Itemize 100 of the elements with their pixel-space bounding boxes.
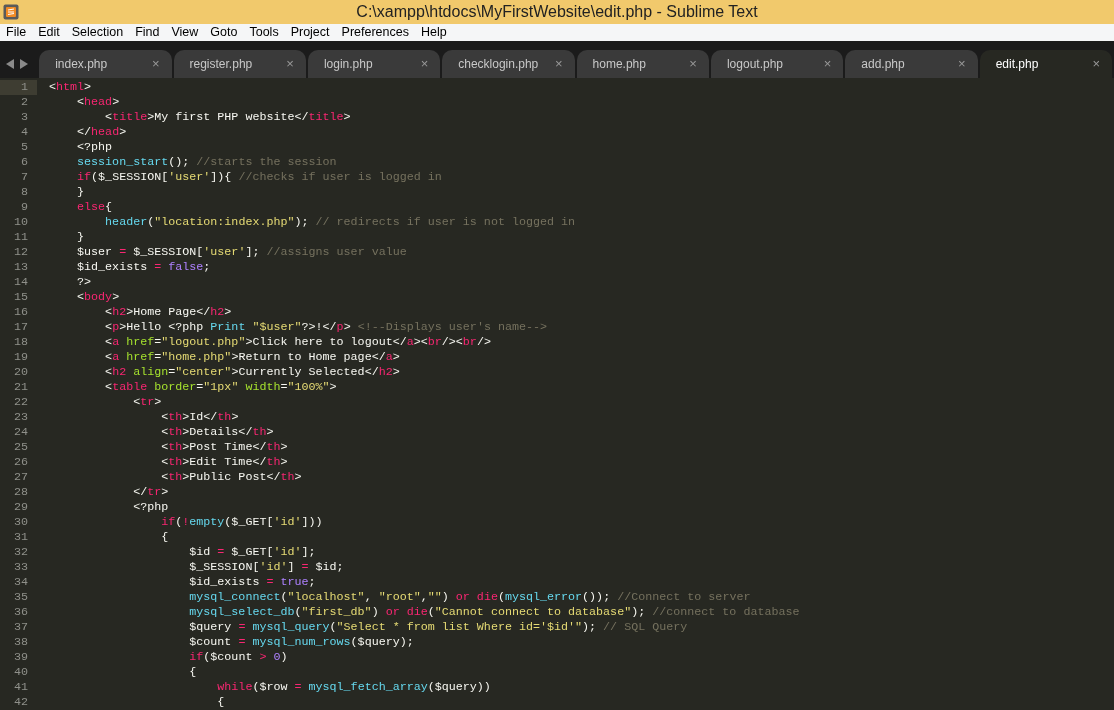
- line-number: 35: [12, 590, 29, 605]
- line-number: 4: [20, 125, 29, 140]
- code-line: <a href="logout.php">Click here to logout</a><br/><br/>: [104, 335, 491, 350]
- code-line: if($count > 0): [188, 650, 288, 665]
- tab[interactable]: register.php ×: [173, 50, 306, 78]
- tab[interactable]: index.php ×: [39, 50, 172, 78]
- line-number: 7: [20, 170, 29, 185]
- tab-label: edit.php: [995, 56, 1039, 73]
- menu-item[interactable]: Goto: [210, 23, 238, 42]
- app-icon: [3, 4, 19, 20]
- menu-item[interactable]: Tools: [249, 23, 279, 42]
- tab[interactable]: home.php ×: [576, 50, 709, 78]
- line-number: 8: [20, 185, 29, 200]
- tab-close-button[interactable]: ×: [151, 54, 160, 74]
- line-number: 38: [12, 635, 29, 650]
- menu-item[interactable]: Project: [290, 23, 330, 42]
- code-line: }: [76, 185, 85, 200]
- line-number: 21: [12, 380, 29, 395]
- code-line: ?>: [76, 275, 92, 290]
- code-line: <p>Hello <?php Print "$user"?>!</p> <!--Displays user's name-->: [104, 320, 548, 335]
- menu-item[interactable]: Find: [135, 23, 160, 42]
- code-line: <th>Post Time</th>: [160, 440, 288, 455]
- line-number: 10: [12, 215, 29, 230]
- tab-label: register.php: [189, 56, 253, 73]
- line-number: 27: [12, 470, 29, 485]
- line-number: 9: [20, 200, 29, 215]
- code-line: <h2 align="center">Currently Selected</h2>: [104, 365, 400, 380]
- code-line: $id = $_GET['id'];: [188, 545, 316, 560]
- tab-close-button[interactable]: ×: [823, 54, 832, 74]
- line-number: 24: [12, 425, 29, 440]
- code-line: <th>Details</th>: [160, 425, 274, 440]
- code-line: }: [76, 230, 85, 245]
- code-line: <h2>Home Page</h2>: [104, 305, 232, 320]
- code-line: while($row = mysql_fetch_array($query)): [216, 680, 491, 695]
- code-line: </tr>: [132, 485, 169, 500]
- line-number: 1: [0, 80, 37, 95]
- line-number: 40: [12, 665, 29, 680]
- menu-item[interactable]: Help: [420, 23, 447, 42]
- menu-item[interactable]: Selection: [71, 23, 124, 42]
- line-number: 41: [12, 680, 29, 695]
- line-number: 3: [20, 110, 29, 125]
- line-number: 42: [12, 695, 29, 710]
- code-line: {: [160, 530, 169, 545]
- tab[interactable]: edit.php ×: [979, 50, 1113, 78]
- code-line: header("location:index.php"); // redirects if user is not logged in: [104, 215, 576, 230]
- tab-label: home.php: [592, 56, 646, 73]
- code-line: <tr>: [132, 395, 162, 410]
- line-number: 31: [12, 530, 29, 545]
- tab-close-button[interactable]: ×: [1092, 54, 1101, 74]
- line-number: 25: [12, 440, 29, 455]
- tab[interactable]: add.php ×: [845, 50, 978, 78]
- code-line: <?php: [132, 500, 169, 515]
- line-number: 37: [12, 620, 29, 635]
- code-line: if($_SESSION['user']){ //checks if user is logged in: [76, 170, 442, 185]
- line-number: 13: [12, 260, 29, 275]
- tab-close-button[interactable]: ×: [689, 54, 697, 74]
- line-number: 22: [12, 395, 29, 410]
- line-number: 16: [12, 305, 29, 320]
- code-line: <title>My first PHP website</title>: [104, 110, 351, 125]
- line-number: 5: [20, 140, 29, 155]
- code-line: <body>: [76, 290, 120, 305]
- menu-item[interactable]: File: [6, 23, 27, 42]
- line-number: 17: [12, 320, 29, 335]
- code-line: $id_exists = false;: [76, 260, 211, 275]
- tab-close-button[interactable]: ×: [286, 54, 294, 74]
- menu-item[interactable]: Preferences: [341, 23, 409, 42]
- code-line: $_SESSION['id'] = $id;: [188, 560, 344, 575]
- tab-close-button[interactable]: ×: [420, 54, 429, 74]
- code-line: $count = mysql_num_rows($query);: [188, 635, 414, 650]
- code-line: $id_exists = true;: [188, 575, 316, 590]
- code-line: <?php: [76, 140, 113, 155]
- window-title: C:\xampp\htdocs\MyFirstWebsite\edit.php - Sublime Text: [356, 2, 758, 22]
- line-number: 18: [12, 335, 29, 350]
- line-number: 28: [12, 485, 29, 500]
- tab-close-button[interactable]: ×: [958, 54, 966, 74]
- tab-close-button[interactable]: ×: [555, 54, 563, 74]
- code-line: {: [188, 665, 197, 680]
- menu-item[interactable]: View: [171, 23, 199, 42]
- code-line: <th>Id</th>: [160, 410, 239, 425]
- line-number: 12: [12, 245, 29, 260]
- code-line: {: [216, 695, 225, 710]
- tab[interactable]: checklogin.php ×: [442, 50, 575, 78]
- line-number: 26: [12, 455, 29, 470]
- line-number: 11: [12, 230, 29, 245]
- scroll-right-icon[interactable]: [20, 59, 28, 69]
- line-number: 33: [12, 560, 29, 575]
- line-number: 36: [12, 605, 29, 620]
- code-line: <th>Public Post</th>: [160, 470, 302, 485]
- line-number: 20: [12, 365, 29, 380]
- code-line: <th>Edit Time</th>: [160, 455, 288, 470]
- code-line: $query = mysql_query("Select * from list Where id='$id'"); // SQL Query: [188, 620, 688, 635]
- tab[interactable]: login.php ×: [307, 50, 441, 78]
- code-line: <html>: [49, 80, 92, 95]
- code-line: $user = $_SESSION['user']; //assigns user value: [76, 245, 407, 260]
- scroll-left-icon[interactable]: [6, 59, 14, 69]
- tab-label: index.php: [55, 56, 108, 73]
- line-number: 39: [12, 650, 29, 665]
- line-number: 23: [12, 410, 29, 425]
- menu-item[interactable]: Edit: [38, 23, 60, 42]
- tab[interactable]: logout.php ×: [710, 50, 844, 78]
